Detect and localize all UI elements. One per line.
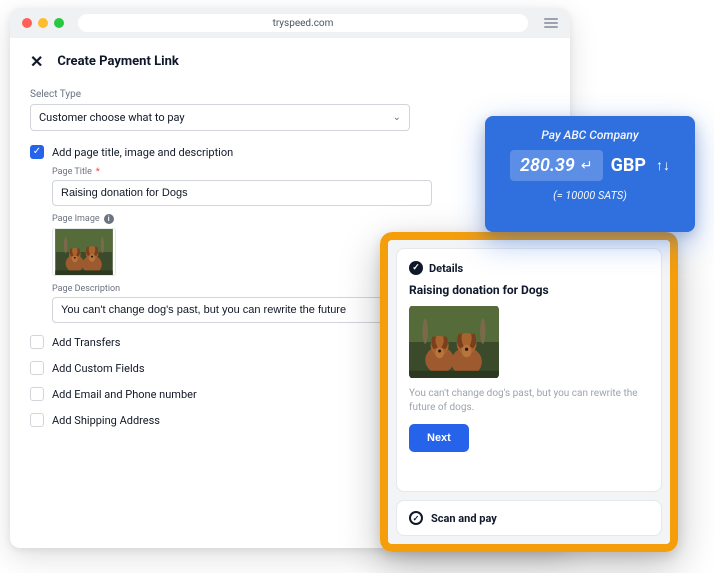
pay-card-title: Pay ABC Company	[541, 128, 638, 142]
required-asterisk: *	[96, 167, 100, 177]
swap-vertical-icon[interactable]: ↑↓	[656, 157, 670, 174]
pay-currency: GBP	[611, 155, 646, 176]
menu-icon[interactable]	[544, 18, 558, 28]
page-description-field-label: Page Description	[52, 284, 432, 294]
select-type-label: Select Type	[30, 89, 550, 100]
details-header: ✓ Details	[409, 261, 649, 275]
pay-amount-value: 280.39	[520, 155, 575, 176]
option-add-email-phone-checkbox[interactable]	[30, 387, 44, 401]
enter-icon: ↵	[581, 158, 593, 174]
info-icon[interactable]: i	[104, 214, 114, 224]
select-type-dropdown[interactable]: Customer choose what to pay ⌄	[30, 104, 410, 131]
page-title-input[interactable]	[52, 180, 432, 206]
add-page-section-checkbox[interactable]	[30, 145, 44, 159]
page-image-field-label: Page Image i	[52, 214, 432, 224]
details-label: Details	[429, 262, 463, 275]
option-add-custom-fields-label: Add Custom Fields	[52, 362, 145, 375]
browser-titlebar: tryspeed.com	[10, 8, 570, 38]
window-maximize-dot[interactable]	[54, 18, 64, 28]
pay-amount-row: 280.39 ↵ GBP ↑↓	[510, 150, 670, 181]
check-circle-outline-icon	[409, 511, 423, 525]
address-bar[interactable]: tryspeed.com	[78, 14, 528, 32]
preview-description: You can't change dog's past, but you can…	[409, 387, 649, 414]
select-type-value: Customer choose what to pay	[39, 111, 185, 124]
preview-heading: Raising donation for Dogs	[409, 283, 649, 297]
page-description-input[interactable]	[52, 297, 432, 323]
address-text: tryspeed.com	[273, 18, 334, 29]
preview-image	[409, 305, 499, 379]
scan-and-pay-label: Scan and pay	[431, 512, 497, 525]
page-image-thumbnail[interactable]	[52, 228, 116, 276]
page-header: ✕ Create Payment Link	[30, 52, 550, 83]
option-add-shipping-checkbox[interactable]	[30, 413, 44, 427]
window-minimize-dot[interactable]	[38, 18, 48, 28]
option-add-shipping-label: Add Shipping Address	[52, 414, 160, 427]
option-add-transfers-label: Add Transfers	[52, 336, 120, 349]
preview-panel: ✓ Details Raising donation for Dogs You …	[380, 232, 678, 552]
next-button[interactable]: Next	[409, 424, 469, 452]
details-card: ✓ Details Raising donation for Dogs You …	[396, 248, 662, 492]
page-section-fields: Page Title* Page Image i Page Descriptio…	[52, 167, 432, 323]
option-add-custom-fields-checkbox[interactable]	[30, 361, 44, 375]
close-icon[interactable]: ✕	[30, 52, 43, 71]
pay-card: Pay ABC Company 280.39 ↵ GBP ↑↓ (= 10000…	[485, 116, 695, 232]
page-title: Create Payment Link	[57, 54, 178, 69]
scan-card[interactable]: Scan and pay	[396, 500, 662, 536]
add-page-section-row[interactable]: Add page title, image and description	[30, 145, 550, 159]
chevron-down-icon: ⌄	[393, 112, 401, 123]
preview-inner: ✓ Details Raising donation for Dogs You …	[388, 240, 670, 544]
option-add-email-phone-label: Add Email and Phone number	[52, 388, 197, 401]
page-title-field-label: Page Title*	[52, 167, 432, 177]
add-page-section-label: Add page title, image and description	[52, 146, 233, 159]
check-circle-fill-icon: ✓	[409, 261, 423, 275]
pay-amount-input[interactable]: 280.39 ↵	[510, 150, 603, 181]
option-add-transfers-checkbox[interactable]	[30, 335, 44, 349]
pay-sats-equiv: (= 10000 SATS)	[553, 189, 627, 202]
window-close-dot[interactable]	[22, 18, 32, 28]
